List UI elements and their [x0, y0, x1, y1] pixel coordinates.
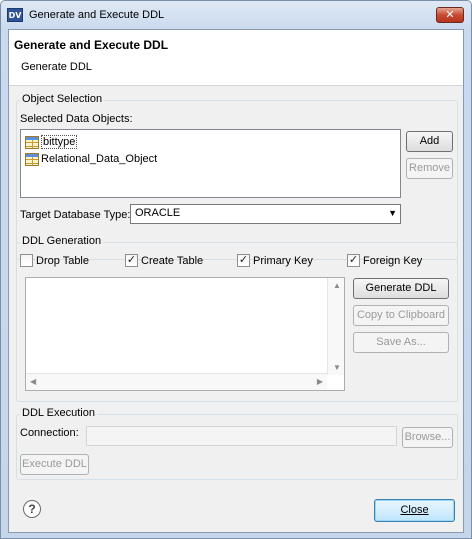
browse-button[interactable]: Browse...: [402, 427, 453, 448]
checkbox-label: Foreign Key: [363, 255, 423, 267]
table-icon: [25, 135, 39, 149]
window-title: Generate and Execute DDL: [29, 9, 165, 21]
connection-label: Connection:: [20, 427, 79, 439]
list-item-label: bittype: [41, 135, 78, 149]
app-icon: DV: [7, 8, 23, 22]
page-title: Generate and Execute DDL: [14, 38, 169, 52]
scroll-down-icon[interactable]: ▼: [333, 363, 341, 372]
object-selection-label: Object Selection: [20, 93, 105, 105]
scroll-up-icon[interactable]: ▲: [333, 281, 341, 290]
generate-ddl-button[interactable]: Generate DDL: [353, 278, 449, 299]
selected-objects-label: Selected Data Objects:: [20, 113, 133, 125]
page-subtitle: Generate DDL: [21, 61, 92, 73]
checkbox-label: Drop Table: [36, 255, 89, 267]
scroll-left-icon[interactable]: ◀: [30, 377, 36, 386]
checkbox-label: Primary Key: [253, 255, 313, 267]
checkbox-label: Create Table: [141, 255, 204, 267]
connection-field[interactable]: [86, 426, 397, 446]
chevron-down-icon: ▼: [388, 208, 397, 218]
dialog-window: DV Generate and Execute DDL ✕ Generate a…: [0, 0, 472, 539]
execute-ddl-button[interactable]: Execute DDL: [20, 454, 89, 475]
checkbox-box: [20, 253, 33, 267]
target-db-select[interactable]: ORACLE ▼: [130, 204, 401, 224]
create-table-checkbox[interactable]: ✓ Create Table: [125, 253, 204, 268]
copy-to-clipboard-button[interactable]: Copy to Clipboard: [353, 305, 449, 326]
list-item-label: Relational_Data_Object: [41, 153, 158, 165]
ddl-execution-label: DDL Execution: [20, 407, 97, 419]
selected-objects-list[interactable]: bittype Relational_Data_Object: [20, 129, 401, 198]
drop-table-checkbox[interactable]: Drop Table: [20, 253, 89, 268]
scroll-right-icon[interactable]: ▶: [317, 377, 323, 386]
title-bar: DV Generate and Execute DDL ✕: [1, 1, 471, 29]
ddl-generation-label: DDL Generation: [20, 235, 104, 247]
foreign-key-checkbox[interactable]: ✓ Foreign Key: [347, 253, 423, 268]
ddl-output-textarea[interactable]: ▲ ▼ ◀ ▶: [25, 277, 345, 391]
check-icon: ✓: [237, 253, 250, 267]
window-close-button[interactable]: ✕: [436, 7, 464, 23]
table-icon: [25, 152, 39, 166]
remove-button[interactable]: Remove: [406, 158, 453, 179]
close-button[interactable]: Close: [374, 499, 455, 522]
help-icon[interactable]: ?: [23, 500, 41, 518]
primary-key-checkbox[interactable]: ✓ Primary Key: [237, 253, 313, 268]
target-db-label: Target Database Type:: [20, 209, 131, 221]
list-item[interactable]: Relational_Data_Object: [25, 151, 157, 167]
close-button-label: Close: [400, 504, 429, 516]
list-item[interactable]: bittype: [25, 134, 78, 150]
target-db-value: ORACLE: [135, 207, 181, 219]
horizontal-scrollbar[interactable]: ◀ ▶: [26, 373, 327, 390]
dialog-header: Generate and Execute DDL Generate DDL: [9, 30, 463, 86]
vertical-scrollbar[interactable]: ▲ ▼: [327, 278, 344, 375]
add-button[interactable]: Add: [406, 131, 453, 152]
check-icon: ✓: [347, 253, 360, 267]
check-icon: ✓: [125, 253, 138, 267]
save-as-button[interactable]: Save As...: [353, 332, 449, 353]
dialog-client: Generate and Execute DDL Generate DDL Ob…: [8, 29, 464, 533]
